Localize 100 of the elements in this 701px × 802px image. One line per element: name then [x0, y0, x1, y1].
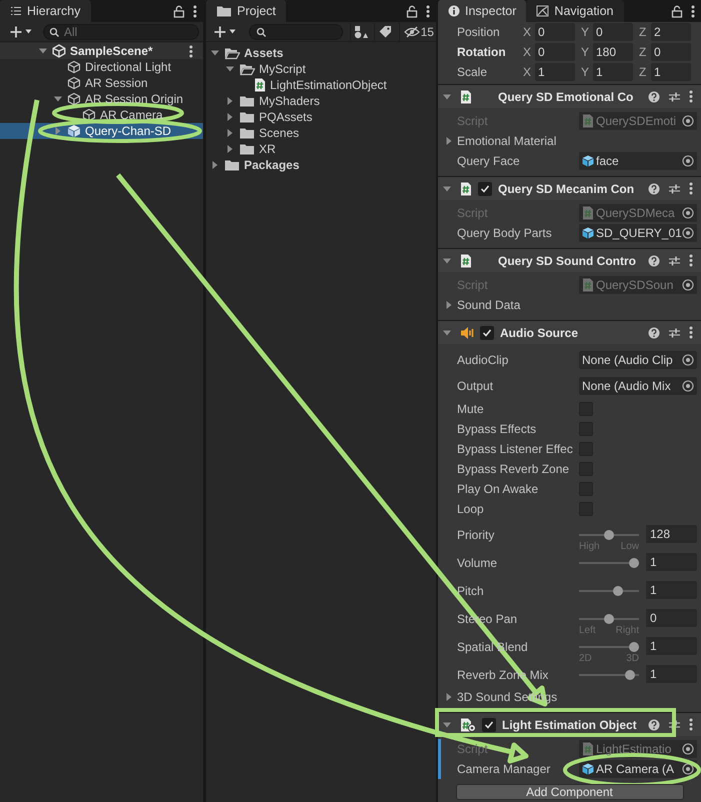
- checkbox[interactable]: [480, 326, 494, 340]
- hidden-packages-button[interactable]: 15: [398, 22, 434, 40]
- number-field[interactable]: 128: [646, 525, 697, 543]
- tree-item[interactable]: LightEstimationObject: [206, 77, 436, 93]
- slider-thumb[interactable]: [612, 586, 622, 596]
- number-field[interactable]: 0: [535, 43, 575, 61]
- number-field[interactable]: 1: [535, 63, 575, 81]
- foldout-arrow-icon[interactable]: [225, 96, 235, 106]
- more-options-icon[interactable]: [691, 4, 695, 18]
- number-field[interactable]: 1: [646, 637, 697, 655]
- help-icon[interactable]: [648, 326, 660, 338]
- tree-item[interactable]: PQAssets: [206, 109, 436, 125]
- object-picker-icon[interactable]: [682, 763, 694, 775]
- settings-sliders-icon[interactable]: [668, 90, 681, 102]
- foldout-arrow-icon[interactable]: [444, 692, 454, 702]
- more-options-icon[interactable]: [689, 326, 693, 339]
- settings-sliders-icon[interactable]: [668, 326, 681, 338]
- slider-thumb[interactable]: [629, 558, 639, 568]
- object-picker-icon[interactable]: [682, 155, 694, 167]
- more-options-icon[interactable]: [426, 4, 430, 18]
- number-field[interactable]: 1: [651, 63, 691, 81]
- more-options-icon[interactable]: [689, 718, 693, 731]
- more-options-icon[interactable]: [189, 44, 193, 58]
- object-field[interactable]: None (Audio Clip: [579, 351, 697, 369]
- add-component-button[interactable]: Add Component: [456, 784, 684, 800]
- help-icon[interactable]: [648, 718, 660, 730]
- component-header[interactable]: Audio Source: [438, 320, 701, 344]
- foldout-arrow-icon[interactable]: [442, 184, 452, 194]
- object-field[interactable]: SD_QUERY_01: [579, 224, 697, 242]
- object-field[interactable]: face: [579, 152, 697, 170]
- foldout-arrow-icon[interactable]: [38, 46, 48, 56]
- number-field[interactable]: 0: [651, 43, 691, 61]
- slider-thumb[interactable]: [624, 670, 634, 680]
- foldout-arrow-icon[interactable]: [225, 64, 235, 74]
- checkbox[interactable]: [478, 182, 492, 196]
- more-options-icon[interactable]: [689, 90, 693, 103]
- tree-item[interactable]: Directional Light: [0, 59, 203, 75]
- tree-item[interactable]: XR: [206, 141, 436, 157]
- tree-item[interactable]: AR Session: [0, 75, 203, 91]
- number-field[interactable]: 2: [651, 23, 691, 41]
- settings-sliders-icon[interactable]: [668, 182, 681, 194]
- number-field[interactable]: 1: [593, 63, 633, 81]
- object-picker-icon[interactable]: [682, 227, 694, 239]
- search-field[interactable]: All: [43, 24, 199, 40]
- object-field[interactable]: AR Camera (A: [579, 760, 697, 778]
- more-options-icon[interactable]: [193, 4, 197, 18]
- foldout-arrow-icon[interactable]: [444, 300, 454, 310]
- number-field[interactable]: 0: [593, 23, 633, 41]
- foldout-arrow-icon[interactable]: [210, 48, 220, 58]
- slider-thumb[interactable]: [629, 642, 639, 652]
- foldout-arrow-icon[interactable]: [225, 128, 235, 138]
- lock-icon[interactable]: [173, 4, 185, 18]
- panel-tab[interactable]: Hierarchy: [0, 0, 90, 22]
- component-header[interactable]: Query SD Sound Contro: [438, 248, 701, 272]
- object-picker-icon[interactable]: [682, 380, 694, 392]
- panel-tab[interactable]: Navigation: [526, 0, 624, 22]
- lock-icon[interactable]: [671, 4, 683, 18]
- settings-sliders-icon[interactable]: [668, 718, 681, 730]
- foldout-arrow-icon[interactable]: [442, 328, 452, 338]
- help-icon[interactable]: [648, 254, 660, 266]
- search-field[interactable]: [249, 24, 343, 40]
- more-options-icon[interactable]: [689, 182, 693, 195]
- foldout-arrow-icon[interactable]: [444, 136, 454, 146]
- panel-tab[interactable]: Inspector: [438, 0, 526, 22]
- foldout-label[interactable]: Sound Data: [457, 296, 520, 314]
- checkbox[interactable]: [482, 718, 496, 732]
- number-field[interactable]: 180: [593, 43, 633, 61]
- settings-sliders-icon[interactable]: [668, 254, 681, 266]
- foldout-arrow-icon[interactable]: [442, 92, 452, 102]
- foldout-label[interactable]: Emotional Material: [457, 132, 556, 150]
- tree-item[interactable]: Scenes: [206, 125, 436, 141]
- slider-thumb[interactable]: [604, 614, 614, 624]
- number-field[interactable]: 1: [646, 553, 697, 571]
- slider-thumb[interactable]: [604, 530, 614, 540]
- panel-tab[interactable]: Project: [206, 0, 286, 22]
- number-field[interactable]: 0: [646, 609, 697, 627]
- foldout-arrow-icon[interactable]: [225, 144, 235, 154]
- foldout-arrow-icon[interactable]: [53, 94, 63, 104]
- object-field[interactable]: None (Audio Mix: [579, 377, 697, 395]
- object-picker-icon[interactable]: [682, 354, 694, 366]
- foldout-arrow-icon[interactable]: [53, 126, 63, 136]
- tree-item[interactable]: Packages: [206, 157, 436, 173]
- number-field[interactable]: 0: [535, 23, 575, 41]
- foldout-arrow-icon[interactable]: [210, 160, 220, 170]
- tree-item[interactable]: MyScript: [206, 61, 436, 77]
- foldout-arrow-icon[interactable]: [442, 256, 452, 266]
- foldout-arrow-icon[interactable]: [225, 112, 235, 122]
- number-field[interactable]: 1: [646, 665, 697, 683]
- more-options-icon[interactable]: [689, 254, 693, 267]
- number-field[interactable]: 1: [646, 581, 697, 599]
- tree-item[interactable]: MyShaders: [206, 93, 436, 109]
- help-icon[interactable]: [648, 90, 660, 102]
- component-header[interactable]: Query SD Mecanim Con: [438, 176, 701, 200]
- tree-item[interactable]: Assets: [206, 45, 436, 61]
- help-icon[interactable]: [648, 182, 660, 194]
- tree-item[interactable]: SampleScene*: [0, 43, 203, 59]
- lock-icon[interactable]: [406, 4, 418, 18]
- tree-item[interactable]: AR Camera: [0, 107, 203, 123]
- foldout-arrow-icon[interactable]: [442, 720, 452, 730]
- component-header[interactable]: Query SD Emotional Co: [438, 84, 701, 108]
